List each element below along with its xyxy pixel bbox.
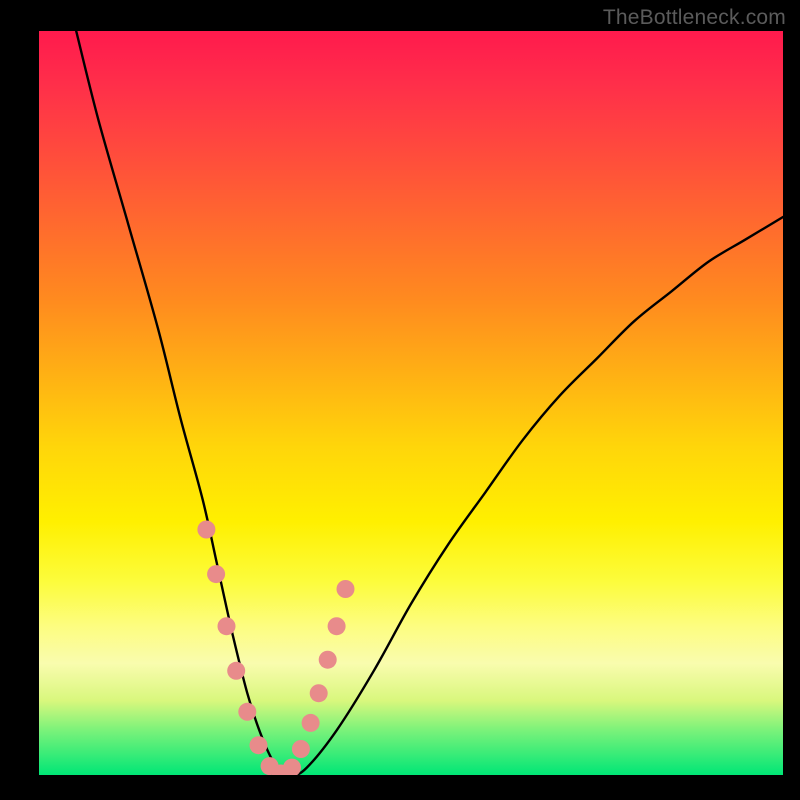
chart-frame: TheBottleneck.com xyxy=(0,0,800,800)
marker-dot xyxy=(328,617,346,635)
marker-dot xyxy=(238,703,256,721)
marker-dot xyxy=(337,580,355,598)
marker-dot xyxy=(218,617,236,635)
marker-dot xyxy=(283,759,301,775)
marker-dot xyxy=(197,521,215,539)
marker-dot xyxy=(310,684,328,702)
marker-dot xyxy=(292,740,310,758)
curve-svg xyxy=(39,31,783,775)
attribution-text: TheBottleneck.com xyxy=(603,6,786,30)
marker-dot xyxy=(227,662,245,680)
marker-dot xyxy=(302,714,320,732)
marker-dot xyxy=(319,651,337,669)
marker-dot xyxy=(250,736,268,754)
bottleneck-curve xyxy=(76,31,783,775)
plot-area xyxy=(39,31,783,775)
marker-dot xyxy=(207,565,225,583)
